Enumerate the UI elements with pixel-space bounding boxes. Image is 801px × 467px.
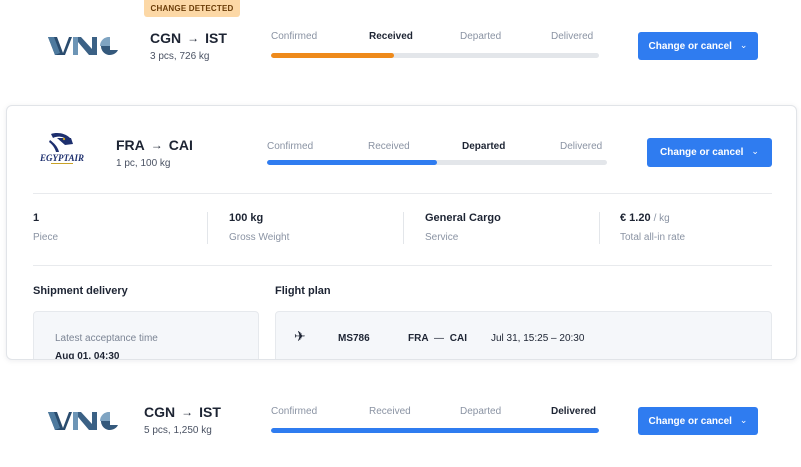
progress-fill bbox=[271, 428, 599, 433]
gross-weight-label: Gross Weight bbox=[229, 232, 290, 243]
button-label: Change or cancel bbox=[648, 40, 732, 52]
change-detected-badge: CHANGE DETECTED bbox=[144, 0, 240, 17]
origin-code: CGN bbox=[150, 30, 182, 46]
change-or-cancel-button[interactable]: Change or cancel ⌄ bbox=[647, 138, 772, 167]
chevron-down-icon: ⌄ bbox=[739, 414, 748, 425]
shipment-summary: 1 pc, 100 kg bbox=[116, 158, 171, 169]
rate-amount: € 1.20 bbox=[620, 212, 651, 224]
rate-unit: / kg bbox=[653, 213, 670, 224]
service-label: Service bbox=[425, 232, 459, 243]
arrow-right-icon: → bbox=[181, 405, 194, 419]
stage-received: Received bbox=[369, 31, 413, 42]
section-divider bbox=[33, 265, 772, 266]
flight-plan-panel: ✈ MS786 FRA — CAI Jul 31, 15:25 – 20:30 bbox=[275, 311, 772, 359]
shipment-card-expanded[interactable]: EGYPTAIR FRA → CAI 1 pc, 100 kg Confirme… bbox=[6, 105, 797, 360]
svg-text:EGYPTAIR: EGYPTAIR bbox=[39, 153, 84, 163]
origin-code: FRA bbox=[116, 137, 145, 153]
acceptance-time-value: Aug 01, 04:30 bbox=[55, 351, 120, 360]
stage-confirmed: Confirmed bbox=[271, 406, 318, 417]
stage-received: Received bbox=[368, 141, 410, 152]
gross-weight-value: 100 kg bbox=[229, 212, 264, 224]
route: CGN → IST bbox=[150, 30, 227, 46]
stage-received: Received bbox=[369, 406, 411, 417]
stat-divider bbox=[403, 212, 404, 244]
arrow-right-icon: → bbox=[150, 138, 163, 152]
progress-track bbox=[271, 53, 599, 58]
flight-origin: FRA bbox=[408, 333, 429, 344]
stage-delivered: Delivered bbox=[551, 31, 594, 42]
progress-fill bbox=[267, 160, 437, 165]
shipment-delivery-title: Shipment delivery bbox=[33, 285, 128, 297]
stage-confirmed: Confirmed bbox=[271, 31, 318, 42]
route: CGN → IST bbox=[144, 404, 221, 420]
stage-departed: Departed bbox=[460, 406, 502, 417]
airline-logo: EGYPTAIR bbox=[37, 132, 87, 168]
stage-departed: Departed bbox=[462, 141, 506, 152]
dash: — bbox=[433, 333, 444, 344]
change-or-cancel-button[interactable]: Change or cancel ⌄ bbox=[638, 407, 758, 435]
delivery-panel: Latest acceptance time Aug 01, 04:30 bbox=[33, 311, 259, 360]
progress-fill bbox=[271, 53, 394, 58]
shipment-summary: 3 pcs, 726 kg bbox=[150, 51, 210, 62]
stage-delivered: Delivered bbox=[560, 141, 603, 152]
destination-code: IST bbox=[205, 30, 227, 46]
section-divider bbox=[33, 193, 772, 194]
vnc-logo-icon bbox=[48, 411, 118, 430]
chevron-down-icon: ⌄ bbox=[739, 39, 748, 50]
service-value: General Cargo bbox=[425, 212, 501, 224]
destination-code: IST bbox=[199, 404, 221, 420]
stage-delivered: Delivered bbox=[551, 406, 597, 417]
acceptance-time-label: Latest acceptance time bbox=[55, 333, 158, 344]
flight-route: FRA — CAI bbox=[408, 333, 467, 344]
progress-track bbox=[267, 160, 607, 165]
flight-plan-title: Flight plan bbox=[275, 285, 331, 297]
shipment-summary: 5 pcs, 1,250 kg bbox=[144, 425, 212, 436]
flight-time: Jul 31, 15:25 – 20:30 bbox=[491, 333, 585, 344]
stage-confirmed: Confirmed bbox=[267, 141, 314, 152]
vnc-logo-icon bbox=[48, 36, 118, 55]
pieces-label: Piece bbox=[33, 232, 59, 243]
change-or-cancel-button[interactable]: Change or cancel ⌄ bbox=[638, 32, 758, 60]
origin-code: CGN bbox=[144, 404, 176, 420]
flight-number: MS786 bbox=[338, 333, 370, 344]
progress-track bbox=[271, 428, 599, 433]
rate-value: € 1.20/ kg bbox=[620, 212, 670, 224]
airline-logo bbox=[48, 34, 118, 56]
rate-label: Total all-in rate bbox=[620, 232, 686, 243]
flight-destination: CAI bbox=[449, 333, 467, 344]
airplane-icon: ✈ bbox=[294, 328, 306, 344]
chevron-down-icon: ⌄ bbox=[751, 146, 759, 156]
button-label: Change or cancel bbox=[648, 415, 732, 427]
arrow-right-icon: → bbox=[187, 31, 200, 45]
pieces-value: 1 bbox=[33, 212, 40, 224]
stat-divider bbox=[207, 212, 208, 244]
button-label: Change or cancel bbox=[660, 147, 744, 158]
route: FRA → CAI bbox=[116, 137, 193, 153]
stat-divider bbox=[599, 212, 600, 244]
egyptair-logo-icon: EGYPTAIR bbox=[39, 133, 84, 164]
airline-logo bbox=[48, 409, 118, 431]
destination-code: CAI bbox=[168, 137, 193, 153]
stage-departed: Departed bbox=[460, 31, 502, 42]
